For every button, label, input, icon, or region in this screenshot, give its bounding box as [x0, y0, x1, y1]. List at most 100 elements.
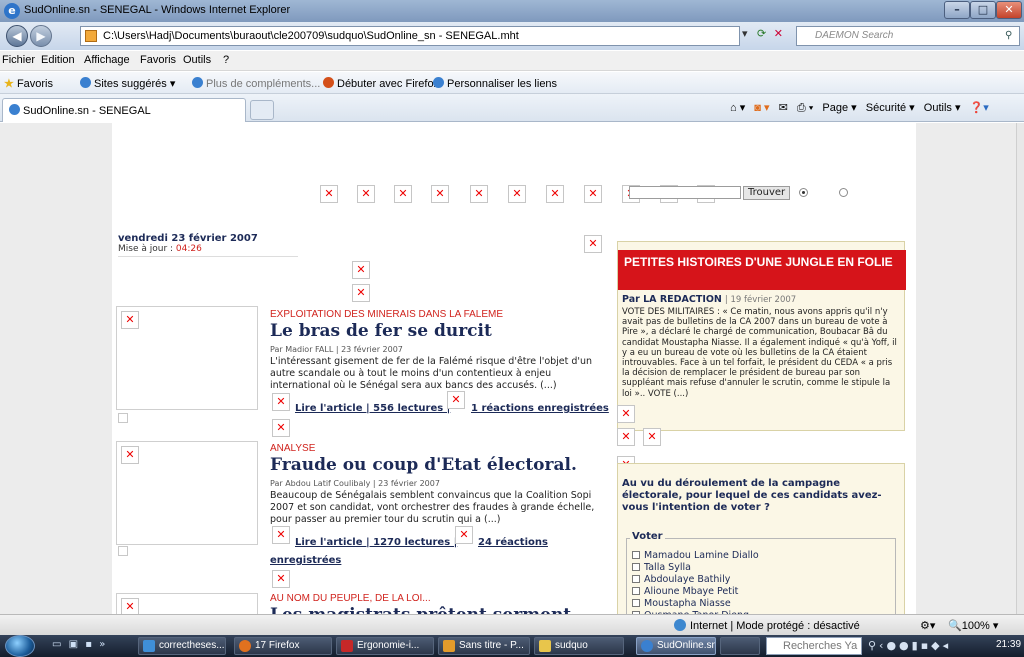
menu-favoris[interactable]: Favoris: [140, 54, 176, 66]
firefox-link[interactable]: Débuter avec Firefox: [323, 77, 439, 90]
read-link-text[interactable]: Lire l'article | 1270 lectures |: [295, 537, 457, 548]
checkbox[interactable]: [632, 599, 640, 607]
taskbar-item-label: SudOnline.sn...: [657, 640, 715, 651]
checkbox[interactable]: [632, 551, 640, 559]
system-tray[interactable]: ⚲‹●●▮▪◆◂: [868, 639, 951, 652]
reactions-link[interactable]: 1 réactions enregistrées: [471, 403, 609, 414]
zoom-options-icon[interactable]: ⚙▾: [920, 619, 935, 632]
article-rubrique[interactable]: ANALYSE: [270, 443, 315, 454]
feeds-icon[interactable]: ◙ ▾: [754, 102, 769, 114]
broken-image-icon[interactable]: ✕: [272, 419, 290, 437]
article-title[interactable]: Le bras de fer se durcit: [270, 321, 492, 341]
search-icon[interactable]: ⚲: [1005, 27, 1012, 45]
checkbox[interactable]: [632, 575, 640, 583]
broken-image-icon[interactable]: ✕: [121, 446, 139, 464]
article-read-link[interactable]: Lire l'article | 556 lectures |: [295, 403, 450, 414]
broken-image-icon[interactable]: ✕: [352, 284, 370, 302]
taskbar-item[interactable]: correctheses...: [138, 637, 226, 655]
broken-image-icon[interactable]: ✕: [584, 235, 602, 253]
reactions-link[interactable]: 24 réactions: [478, 537, 548, 548]
taskbar-item[interactable]: Sans titre - P...: [438, 637, 530, 655]
read-link-text[interactable]: Lire l'article | 556 lectures |: [295, 403, 450, 414]
broken-image-icon[interactable]: ✕: [643, 428, 661, 446]
broken-image-icon[interactable]: ✕: [394, 185, 412, 203]
broken-image-icon[interactable]: ✕: [357, 185, 375, 203]
broken-image-icon[interactable]: ✕: [546, 185, 564, 203]
broken-image-icon[interactable]: ✕: [584, 185, 602, 203]
story-heading[interactable]: PETITES HISTOIRES D'UNE JUNGLE EN FOLIE: [618, 250, 906, 290]
taskbar-item[interactable]: Ergonomie-i...: [336, 637, 434, 655]
help-icon[interactable]: ❓▾: [970, 102, 989, 114]
reactions-link-text[interactable]: enregistrées: [270, 555, 341, 566]
menu-fichier[interactable]: Fichier: [2, 54, 35, 66]
sites-suggeres-link[interactable]: Sites suggérés ▾: [80, 77, 175, 90]
reactions-link-text[interactable]: 24 réactions: [478, 537, 548, 548]
poll-option[interactable]: Moustapha Niasse: [632, 598, 731, 609]
page-menu[interactable]: Page ▾: [822, 102, 856, 114]
address-field[interactable]: C:\Users\Hadj\Documents\buraout\cle20070…: [80, 26, 740, 46]
broken-image-icon[interactable]: ✕: [320, 185, 338, 203]
search-radio-2[interactable]: [839, 188, 848, 197]
back-button[interactable]: ◀: [6, 25, 28, 47]
start-button[interactable]: [5, 635, 35, 657]
reactions-link-text[interactable]: 1 réactions enregistrées: [471, 403, 609, 414]
broken-image-icon[interactable]: ✕: [272, 570, 290, 588]
new-tab-button[interactable]: [250, 100, 274, 120]
site-search-input[interactable]: [629, 186, 741, 199]
favorites-button[interactable]: ★ Favoris: [4, 77, 53, 90]
quick-launch[interactable]: ▭ ▣ ▪ »: [52, 639, 107, 650]
menu-edition[interactable]: Edition: [41, 54, 75, 66]
personnaliser-link[interactable]: Personnaliser les liens: [433, 77, 557, 90]
broken-image-icon[interactable]: ✕: [447, 391, 465, 409]
broken-image-icon[interactable]: ✕: [455, 526, 473, 544]
print-icon[interactable]: ⎙ ▾: [797, 102, 813, 114]
zoom-level[interactable]: 🔍100% ▾: [948, 619, 998, 632]
broken-image-icon[interactable]: ✕: [272, 393, 290, 411]
checkbox[interactable]: [632, 587, 640, 595]
security-zone[interactable]: Internet | Mode protégé : désactivé: [674, 619, 860, 632]
dropdown-icon[interactable]: ▾: [742, 27, 748, 40]
poll-option[interactable]: Talla Sylla: [632, 562, 691, 573]
forward-button[interactable]: ▶: [30, 25, 52, 47]
reactions-link-continued[interactable]: enregistrées: [270, 555, 341, 566]
search-radio-1[interactable]: [799, 188, 808, 197]
menu-help[interactable]: ?: [223, 54, 229, 66]
taskbar-item[interactable]: [720, 637, 760, 655]
article-title[interactable]: Fraude ou coup d'Etat électoral.: [270, 455, 577, 475]
minimize-button[interactable]: –: [944, 1, 970, 19]
broken-image-icon[interactable]: ✕: [508, 185, 526, 203]
checkbox[interactable]: [632, 563, 640, 571]
taskbar-search-input[interactable]: Recherches Ya: [766, 637, 862, 655]
poll-option[interactable]: Mamadou Lamine Diallo: [632, 550, 759, 561]
menu-affichage[interactable]: Affichage: [84, 54, 130, 66]
mail-icon[interactable]: ✉: [779, 102, 788, 114]
poll-option[interactable]: Abdoulaye Bathily: [632, 574, 730, 585]
broken-image-icon[interactable]: ✕: [352, 261, 370, 279]
broken-image-icon[interactable]: ✕: [431, 185, 449, 203]
article-read-link[interactable]: Lire l'article | 1270 lectures |: [295, 537, 457, 548]
refresh-icon[interactable]: ⟳: [757, 27, 766, 40]
taskbar-item[interactable]: sudquo: [534, 637, 624, 655]
outils-menu[interactable]: Outils ▾: [924, 102, 961, 114]
article-rubrique[interactable]: EXPLOITATION DES MINERAIS DANS LA FALEME: [270, 309, 503, 320]
poll-option[interactable]: Alioune Mbaye Petit: [632, 586, 738, 597]
stop-icon[interactable]: ✕: [774, 27, 783, 40]
home-icon[interactable]: ⌂ ▾: [730, 102, 745, 114]
broken-image-icon[interactable]: ✕: [617, 428, 635, 446]
menu-outils[interactable]: Outils: [183, 54, 211, 66]
broken-image-icon[interactable]: ✕: [617, 405, 635, 423]
taskbar-item[interactable]: 17 Firefox: [234, 637, 332, 655]
vertical-scrollbar[interactable]: [1016, 123, 1024, 635]
broken-image-icon[interactable]: ✕: [470, 185, 488, 203]
close-button[interactable]: ✕: [996, 1, 1022, 19]
search-input[interactable]: DAEMON Search ⚲: [796, 26, 1020, 46]
broken-image-icon[interactable]: ✕: [121, 311, 139, 329]
article-rubrique[interactable]: AU NOM DU PEUPLE, DE LA LOI...: [270, 593, 431, 604]
plus-complements-link[interactable]: Plus de compléments... ▾: [192, 77, 329, 90]
broken-image-icon[interactable]: ✕: [272, 526, 290, 544]
taskbar-item-active[interactable]: SudOnline.sn...: [636, 637, 716, 655]
tab-sudonline[interactable]: SudOnline.sn - SENEGAL: [2, 98, 246, 122]
securite-menu[interactable]: Sécurité ▾: [866, 102, 915, 114]
maximize-button[interactable]: □: [970, 1, 996, 19]
trouver-button[interactable]: Trouver: [743, 186, 791, 200]
